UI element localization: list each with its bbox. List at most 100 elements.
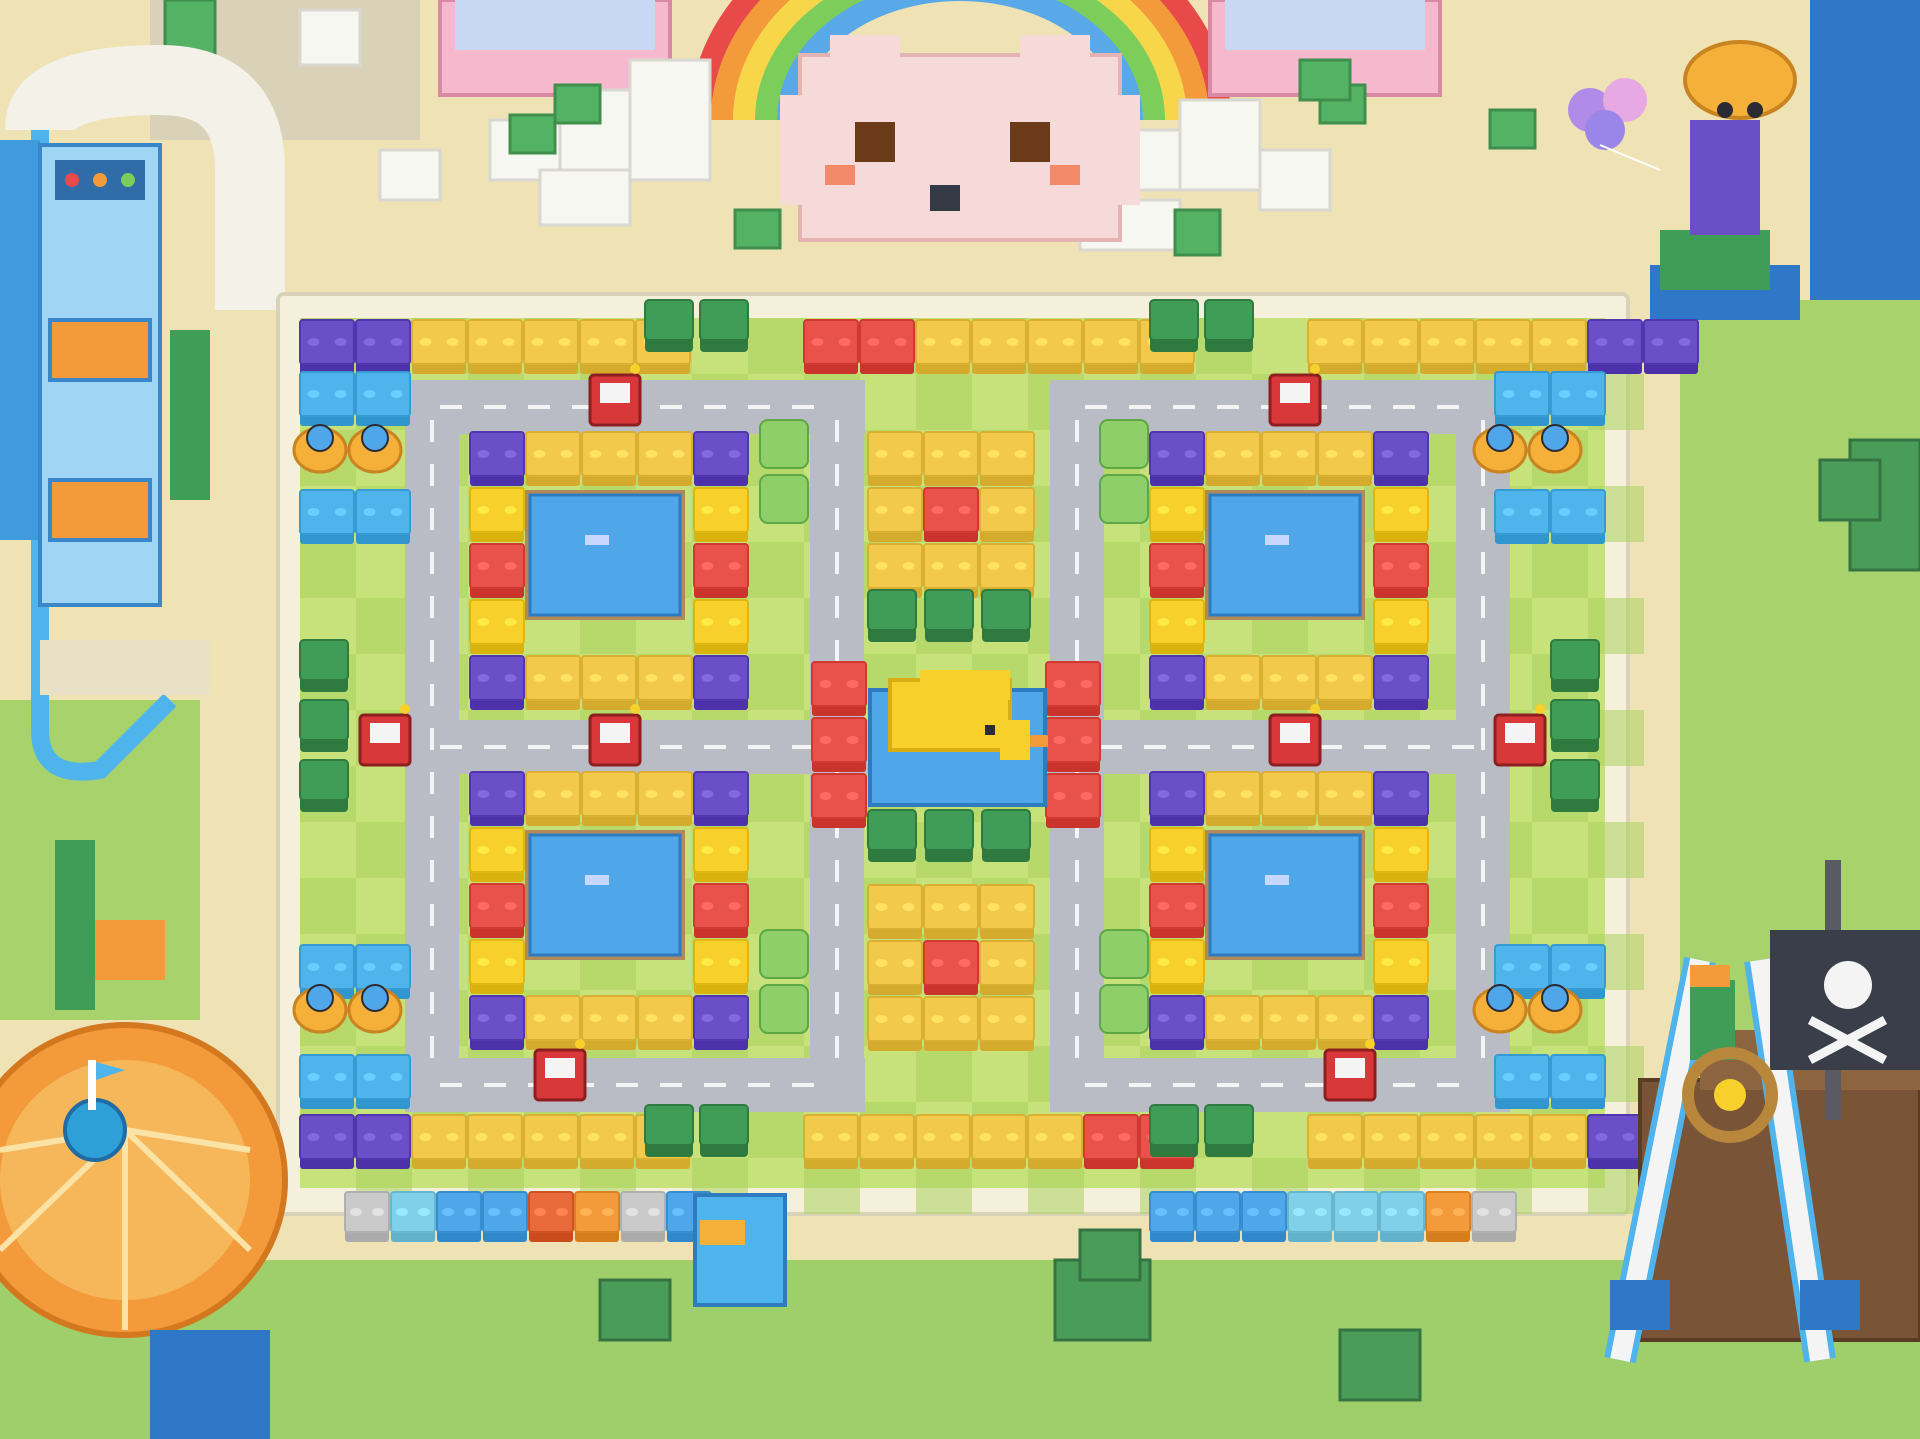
tree-icon [299, 699, 349, 752]
lego-brick [1261, 771, 1317, 826]
tree-icon [644, 299, 694, 352]
lego-brick [979, 431, 1035, 486]
lego-brick [1494, 371, 1550, 426]
lego-brick [525, 995, 581, 1050]
lego-brick [811, 717, 867, 772]
tree-icon [1204, 1104, 1254, 1157]
lego-brick [467, 1114, 523, 1169]
lego-brick [867, 884, 923, 939]
fountain-pool [525, 490, 685, 620]
bush-icon [1099, 984, 1149, 1034]
tree-icon [644, 1104, 694, 1157]
lego-brick [1149, 771, 1205, 826]
parrot-icon [1690, 965, 1735, 1060]
lego-brick [867, 431, 923, 486]
game-board [276, 292, 1699, 1216]
lego-brick [469, 771, 525, 826]
lego-brick [1317, 995, 1373, 1050]
boat-icon [1265, 535, 1289, 545]
lego-brick [1494, 1054, 1550, 1109]
fountain-pool [1205, 830, 1365, 960]
tree-icon [699, 299, 749, 352]
lego-brick [979, 940, 1035, 995]
lego-brick [299, 489, 355, 544]
lego-brick [579, 1114, 635, 1169]
lego-brick [1045, 773, 1101, 828]
tree-icon [1550, 639, 1600, 692]
lego-brick [1550, 489, 1606, 544]
lego-brick [469, 827, 525, 882]
lego-brick [1195, 1191, 1241, 1242]
lego-brick [803, 1114, 859, 1169]
lego-brick [1317, 771, 1373, 826]
tree-icon [981, 589, 1031, 642]
bush-icon [759, 474, 809, 524]
lego-brick [915, 1114, 971, 1169]
lego-brick [1550, 371, 1606, 426]
lego-brick [1149, 1191, 1195, 1242]
lego-brick [693, 939, 749, 994]
tree-icon [299, 759, 349, 812]
lego-brick [581, 431, 637, 486]
lego-brick [528, 1191, 574, 1242]
lego-brick [620, 1191, 666, 1242]
lego-brick [1363, 319, 1419, 374]
lego-brick [482, 1191, 528, 1242]
tree-icon [1550, 699, 1600, 752]
lego-brick [1531, 1114, 1587, 1169]
lego-brick [637, 655, 693, 710]
lego-brick [1587, 319, 1643, 374]
tree-icon [924, 809, 974, 862]
lego-brick [1027, 1114, 1083, 1169]
tree-icon [1550, 759, 1600, 812]
lego-brick [523, 319, 579, 374]
lego-brick [355, 371, 411, 426]
tree-icon [1204, 299, 1254, 352]
fountain-pool [1205, 490, 1365, 620]
lego-brick [355, 319, 411, 374]
tree-icon [299, 639, 349, 692]
lego-brick [979, 996, 1035, 1051]
boat-icon [585, 875, 609, 885]
lego-brick [1471, 1191, 1517, 1242]
shop-window [455, 0, 655, 50]
lego-brick [971, 1114, 1027, 1169]
lego-brick [1083, 1114, 1139, 1169]
lego-brick [1149, 431, 1205, 486]
bush-icon [759, 984, 809, 1034]
lego-brick [693, 543, 749, 598]
lego-brick [1149, 543, 1205, 598]
lego-brick [1587, 1114, 1643, 1169]
bush-icon [1099, 929, 1149, 979]
lego-brick [1287, 1191, 1333, 1242]
bush-icon [759, 929, 809, 979]
lego-brick [923, 884, 979, 939]
lego-brick [1373, 939, 1429, 994]
lego-brick [1494, 489, 1550, 544]
lego-brick [299, 1054, 355, 1109]
lego-brick [1149, 883, 1205, 938]
fountain-pool [525, 830, 685, 960]
lego-brick [1363, 1114, 1419, 1169]
lego-brick [525, 771, 581, 826]
lego-brick [581, 771, 637, 826]
lego-brick [693, 883, 749, 938]
lego-brick [411, 319, 467, 374]
lego-brick [693, 995, 749, 1050]
lego-brick [1419, 1114, 1475, 1169]
lego-brick [859, 319, 915, 374]
lego-brick [1261, 431, 1317, 486]
bush-icon [1099, 419, 1149, 469]
lego-brick [971, 319, 1027, 374]
game-map [0, 0, 1920, 1439]
lego-brick [1373, 771, 1429, 826]
lego-brick [525, 655, 581, 710]
lego-brick [1550, 1054, 1606, 1109]
lego-brick [469, 599, 525, 654]
lego-brick [1045, 661, 1101, 716]
lego-brick [1261, 655, 1317, 710]
lego-brick [344, 1191, 390, 1242]
lego-brick [581, 995, 637, 1050]
tree-icon [1149, 1104, 1199, 1157]
lego-brick [525, 431, 581, 486]
